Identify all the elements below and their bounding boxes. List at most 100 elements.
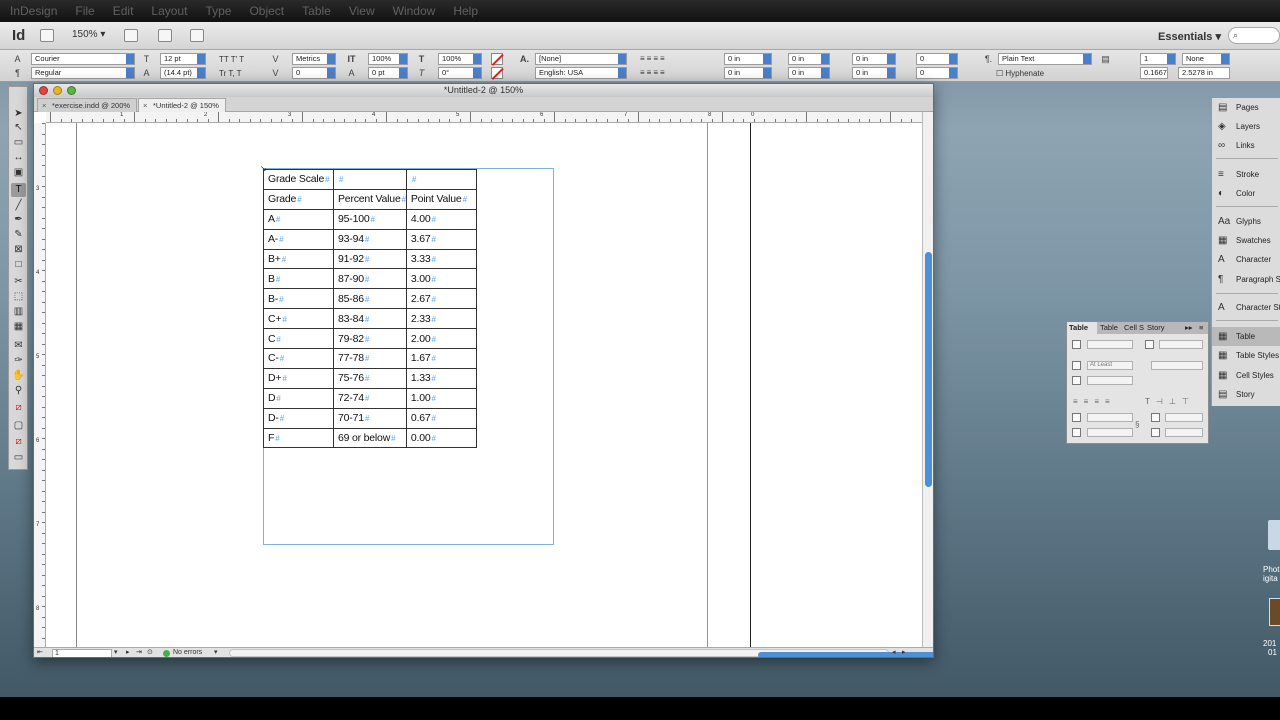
- small-caps-button[interactable]: Tr T, T: [219, 69, 242, 78]
- scissors-tool-icon[interactable]: ✂: [11, 275, 26, 289]
- preflight-menu-icon[interactable]: ▾: [214, 648, 218, 657]
- menu-file[interactable]: File: [75, 4, 94, 18]
- grade-table[interactable]: Grade Scale# # # Grade# Percent Value# Point …: [263, 169, 477, 449]
- last-page-icon[interactable]: ⇥: [136, 648, 142, 657]
- scroll-left-icon[interactable]: ◂: [892, 648, 896, 657]
- table-cell[interactable]: C+#: [263, 308, 334, 330]
- table-cell[interactable]: 4.00#: [405, 208, 477, 230]
- menu-edit[interactable]: Edit: [113, 4, 134, 18]
- screen-mode-icon[interactable]: ▭: [11, 451, 26, 465]
- tab-exercise[interactable]: × *exercise.indd @ 200%: [37, 98, 138, 112]
- bridge-icon[interactable]: [40, 29, 54, 42]
- table-cell[interactable]: Point Value#: [405, 188, 477, 210]
- font-family-field[interactable]: Courier: [31, 53, 135, 65]
- horizontal-scrollbar[interactable]: [229, 649, 933, 657]
- table-cell[interactable]: D#: [263, 387, 334, 409]
- dock-item-color[interactable]: ◐ Color: [1212, 184, 1280, 203]
- table-cell[interactable]: 91-92#: [333, 248, 407, 270]
- number-of-columns-field[interactable]: [1159, 340, 1203, 349]
- table-cell[interactable]: 3.33#: [405, 248, 477, 270]
- table-cell[interactable]: Grade Scale#: [263, 169, 334, 190]
- zoom-tool-icon[interactable]: ⚲: [11, 384, 26, 398]
- table-cell[interactable]: F#: [263, 427, 334, 449]
- dock-item-paragraph-styles[interactable]: ¶ Paragraph St: [1212, 270, 1280, 289]
- horizontal-scroll-thumb[interactable]: [758, 652, 933, 657]
- pen-tool-icon[interactable]: ✒: [11, 213, 26, 227]
- table-cell[interactable]: 2.67#: [405, 288, 477, 310]
- drive-icon[interactable]: [1268, 520, 1280, 550]
- font-style-field[interactable]: Regular: [31, 67, 135, 79]
- table-cell[interactable]: 85-86#: [333, 288, 407, 310]
- formatting-affects-icon[interactable]: ▢: [11, 419, 26, 433]
- table-cell[interactable]: B-#: [263, 288, 334, 310]
- table-cell[interactable]: 1.67#: [405, 348, 477, 369]
- page-tool-icon[interactable]: ▭: [11, 136, 26, 150]
- close-window-icon[interactable]: [39, 86, 48, 95]
- vertical-scale-field[interactable]: 100%: [368, 53, 408, 65]
- content-collector-icon[interactable]: ▣: [11, 166, 26, 180]
- hyphenate-checkbox[interactable]: ☐ Hyphenate: [996, 69, 1044, 78]
- table-cell[interactable]: 87-90#: [333, 268, 407, 290]
- dock-item-character[interactable]: A Character: [1212, 250, 1280, 269]
- height-field[interactable]: 2.5278 in: [1178, 67, 1230, 79]
- dock-item-stroke[interactable]: ≡ Stroke: [1212, 165, 1280, 184]
- columns-field[interactable]: 1: [1140, 53, 1176, 65]
- table-cell[interactable]: #: [405, 169, 477, 190]
- table-cell[interactable]: C#: [263, 328, 334, 350]
- paragraph-style-field[interactable]: Plain Text: [998, 53, 1092, 65]
- tracking-field[interactable]: 0: [292, 67, 336, 79]
- space-after-field[interactable]: 0 in: [852, 67, 896, 79]
- tab-story[interactable]: Story: [1145, 322, 1171, 334]
- stroke-swatch-icon[interactable]: [491, 67, 503, 79]
- kerning-field[interactable]: Metrics: [292, 53, 336, 65]
- hand-tool-icon[interactable]: ✋: [11, 369, 26, 383]
- type-tool-icon[interactable]: T: [11, 183, 26, 197]
- gradient-tool-icon[interactable]: ▥: [11, 305, 26, 319]
- dock-item-links[interactable]: ∞ Links: [1212, 136, 1280, 155]
- line-tool-icon[interactable]: ╱: [11, 199, 26, 213]
- table-cell[interactable]: Percent Value#: [333, 188, 407, 210]
- all-caps-button[interactable]: TT T' T: [219, 55, 244, 64]
- table-cell[interactable]: 75-76#: [333, 367, 407, 389]
- top-inset-field[interactable]: [1087, 413, 1133, 422]
- number-of-rows-field[interactable]: [1087, 340, 1133, 349]
- grid-align-icon[interactable]: ▤: [1100, 54, 1111, 64]
- character-controls-icon[interactable]: A: [12, 54, 23, 64]
- align-buttons-top[interactable]: ≡≡≡≡: [640, 54, 667, 63]
- table-cell[interactable]: 69 or below#: [333, 427, 407, 449]
- drop-cap-chars-field[interactable]: 0: [916, 67, 958, 79]
- column-width-field[interactable]: [1087, 376, 1133, 385]
- dock-item-glyphs[interactable]: Aa Glyphs: [1212, 212, 1280, 231]
- arrange-documents-icon[interactable]: [190, 29, 204, 42]
- table-cell[interactable]: 0.00#: [405, 427, 477, 449]
- table-cell[interactable]: 2.33#: [405, 308, 477, 330]
- table-cell[interactable]: 3.67#: [405, 228, 477, 250]
- free-transform-tool-icon[interactable]: ⬚: [11, 290, 26, 304]
- dock-item-table[interactable]: ▦ Table: [1212, 327, 1280, 346]
- table-cell[interactable]: D+#: [263, 367, 334, 389]
- selection-tool-icon[interactable]: ➤: [11, 107, 26, 121]
- dock-item-character-styles[interactable]: A Character St: [1212, 298, 1280, 317]
- first-line-indent-field[interactable]: 0 in: [788, 53, 830, 65]
- bottom-inset-field[interactable]: [1087, 428, 1133, 437]
- table-cell[interactable]: 95-100#: [333, 208, 407, 230]
- menu-help[interactable]: Help: [453, 4, 478, 18]
- apply-none-icon[interactable]: ⧄: [11, 435, 26, 449]
- left-indent-field[interactable]: 0 in: [724, 53, 772, 65]
- view-options-icon[interactable]: [124, 29, 138, 42]
- panel-menu-icon[interactable]: ≡: [1197, 322, 1208, 334]
- tab-table-styles[interactable]: Table: [1098, 322, 1122, 334]
- menu-window[interactable]: Window: [393, 4, 436, 18]
- dock-item-layers[interactable]: ◈ Layers: [1212, 117, 1280, 136]
- left-inset-field[interactable]: [1165, 413, 1203, 422]
- table-cell[interactable]: D-#: [263, 407, 334, 429]
- skew-field[interactable]: 0°: [438, 67, 482, 79]
- fill-swatch-icon[interactable]: [491, 53, 503, 65]
- character-style-field[interactable]: [None]: [535, 53, 627, 65]
- table-cell[interactable]: 1.00#: [405, 387, 477, 409]
- first-page-icon[interactable]: ⇤: [37, 648, 43, 657]
- table-cell[interactable]: 70-71#: [333, 407, 407, 429]
- tab-untitled-2[interactable]: × *Untitled-2 @ 150%: [138, 98, 226, 112]
- page-canvas[interactable]: ↘ Grade Scale# # # Grade# Percent Value# Poin…: [46, 123, 922, 647]
- zoom-level-dropdown[interactable]: 150% ▾: [72, 29, 105, 40]
